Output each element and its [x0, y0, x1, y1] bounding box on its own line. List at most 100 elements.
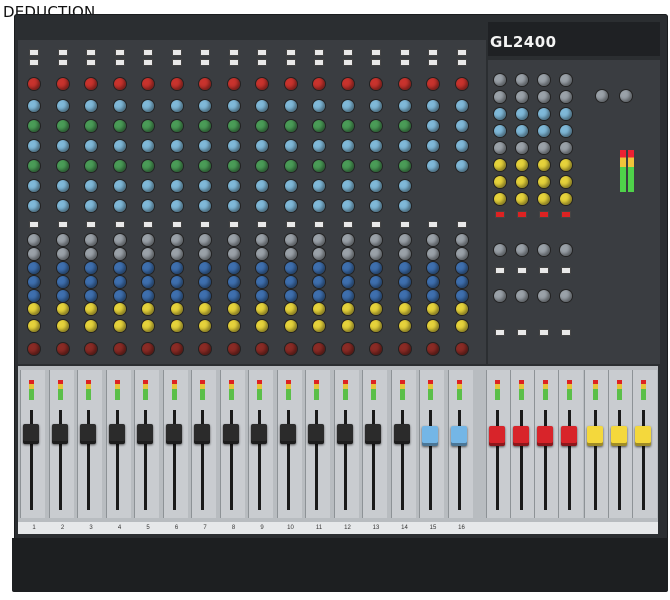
aux-send-knob[interactable]: [85, 276, 97, 288]
eq-knob[interactable]: [455, 140, 468, 152]
eq-switch[interactable]: [258, 222, 266, 227]
aux-send-knob[interactable]: [455, 248, 468, 260]
gain-knob[interactable]: [227, 78, 240, 90]
aux-send-knob[interactable]: [170, 234, 183, 246]
channel-switch[interactable]: [315, 60, 323, 65]
matrix-knob[interactable]: [516, 142, 528, 154]
eq-knob[interactable]: [85, 140, 97, 152]
eq-knob[interactable]: [170, 120, 183, 132]
eq-knob[interactable]: [199, 200, 211, 212]
eq-knob[interactable]: [142, 180, 154, 192]
matrix-knob[interactable]: [516, 108, 528, 120]
eq-knob[interactable]: [85, 160, 97, 172]
aux-send-knob[interactable]: [170, 290, 183, 302]
aux-send-knob[interactable]: [341, 262, 354, 274]
matrix-knob[interactable]: [516, 125, 528, 137]
aux-send-knob[interactable]: [284, 303, 297, 315]
aux-send-knob[interactable]: [370, 262, 382, 274]
fader-knob[interactable]: [80, 424, 96, 444]
eq-knob[interactable]: [85, 200, 97, 212]
eq-knob[interactable]: [341, 140, 354, 152]
eq-knob[interactable]: [398, 100, 411, 112]
return-knob[interactable]: [516, 290, 528, 302]
eq-knob[interactable]: [313, 120, 325, 132]
eq-knob[interactable]: [113, 140, 126, 152]
group-knob[interactable]: [516, 244, 528, 256]
eq-knob[interactable]: [227, 140, 240, 152]
aux-send-knob[interactable]: [142, 320, 154, 332]
fader-knob[interactable]: [194, 424, 210, 444]
eq-knob[interactable]: [227, 100, 240, 112]
aux-send-knob[interactable]: [199, 290, 211, 302]
eq-switch[interactable]: [58, 222, 67, 227]
eq-knob[interactable]: [370, 140, 382, 152]
matrix-knob[interactable]: [516, 91, 528, 103]
aux-send-knob[interactable]: [170, 248, 183, 260]
fader-knob[interactable]: [137, 424, 153, 444]
matrix-knob[interactable]: [538, 108, 550, 120]
fader-knob[interactable]: [561, 426, 577, 446]
gain-knob[interactable]: [370, 78, 382, 90]
aux-send-knob[interactable]: [398, 320, 411, 332]
eq-knob[interactable]: [398, 200, 411, 212]
aux-send-knob[interactable]: [313, 320, 325, 332]
aux-send-knob[interactable]: [56, 290, 69, 302]
eq-knob[interactable]: [170, 200, 183, 212]
eq-knob[interactable]: [227, 120, 240, 132]
eq-knob[interactable]: [56, 160, 69, 172]
channel-switch[interactable]: [58, 60, 67, 65]
eq-knob[interactable]: [370, 180, 382, 192]
aux-send-knob[interactable]: [455, 262, 468, 274]
matrix-knob[interactable]: [494, 176, 506, 188]
channel-switch[interactable]: [286, 50, 295, 55]
aux-send-knob[interactable]: [256, 320, 268, 332]
gain-knob[interactable]: [341, 78, 354, 90]
eq-switch[interactable]: [172, 222, 181, 227]
aux-send-knob[interactable]: [28, 320, 40, 332]
eq-knob[interactable]: [199, 120, 211, 132]
aux-send-knob[interactable]: [56, 303, 69, 315]
eq-switch[interactable]: [429, 222, 437, 227]
aux-send-knob[interactable]: [170, 262, 183, 274]
eq-knob[interactable]: [199, 100, 211, 112]
fader-knob[interactable]: [537, 426, 553, 446]
eq-knob[interactable]: [256, 100, 268, 112]
gain-knob[interactable]: [398, 78, 411, 90]
fader-knob[interactable]: [635, 426, 651, 446]
eq-knob[interactable]: [85, 180, 97, 192]
channel-switch[interactable]: [172, 60, 181, 65]
aux-send-knob[interactable]: [170, 303, 183, 315]
aux-send-knob[interactable]: [427, 262, 439, 274]
matrix-knob[interactable]: [494, 159, 506, 171]
pan-knob[interactable]: [142, 343, 154, 355]
channel-switch[interactable]: [172, 50, 181, 55]
matrix-knob[interactable]: [560, 193, 572, 205]
eq-knob[interactable]: [341, 180, 354, 192]
eq-knob[interactable]: [313, 180, 325, 192]
eq-knob[interactable]: [427, 160, 439, 172]
channel-switch[interactable]: [87, 50, 95, 55]
aux-send-knob[interactable]: [170, 320, 183, 332]
channel-switch[interactable]: [201, 50, 209, 55]
eq-knob[interactable]: [142, 100, 154, 112]
gain-knob[interactable]: [56, 78, 69, 90]
aux-send-knob[interactable]: [398, 234, 411, 246]
eq-knob[interactable]: [113, 160, 126, 172]
matrix-knob[interactable]: [560, 91, 572, 103]
aux-send-knob[interactable]: [313, 248, 325, 260]
aux-send-knob[interactable]: [227, 320, 240, 332]
aux-send-knob[interactable]: [85, 234, 97, 246]
gain-knob[interactable]: [199, 78, 211, 90]
aux-send-knob[interactable]: [341, 303, 354, 315]
fader-knob[interactable]: [336, 424, 353, 444]
eq-knob[interactable]: [313, 160, 325, 172]
pan-knob[interactable]: [370, 343, 382, 355]
fader-knob[interactable]: [489, 426, 505, 446]
eq-knob[interactable]: [427, 120, 439, 132]
aux-send-knob[interactable]: [398, 262, 411, 274]
aux-send-knob[interactable]: [341, 248, 354, 260]
aux-send-knob[interactable]: [455, 290, 468, 302]
aux-send-knob[interactable]: [341, 276, 354, 288]
channel-switch[interactable]: [115, 60, 124, 65]
eq-switch[interactable]: [457, 222, 466, 227]
